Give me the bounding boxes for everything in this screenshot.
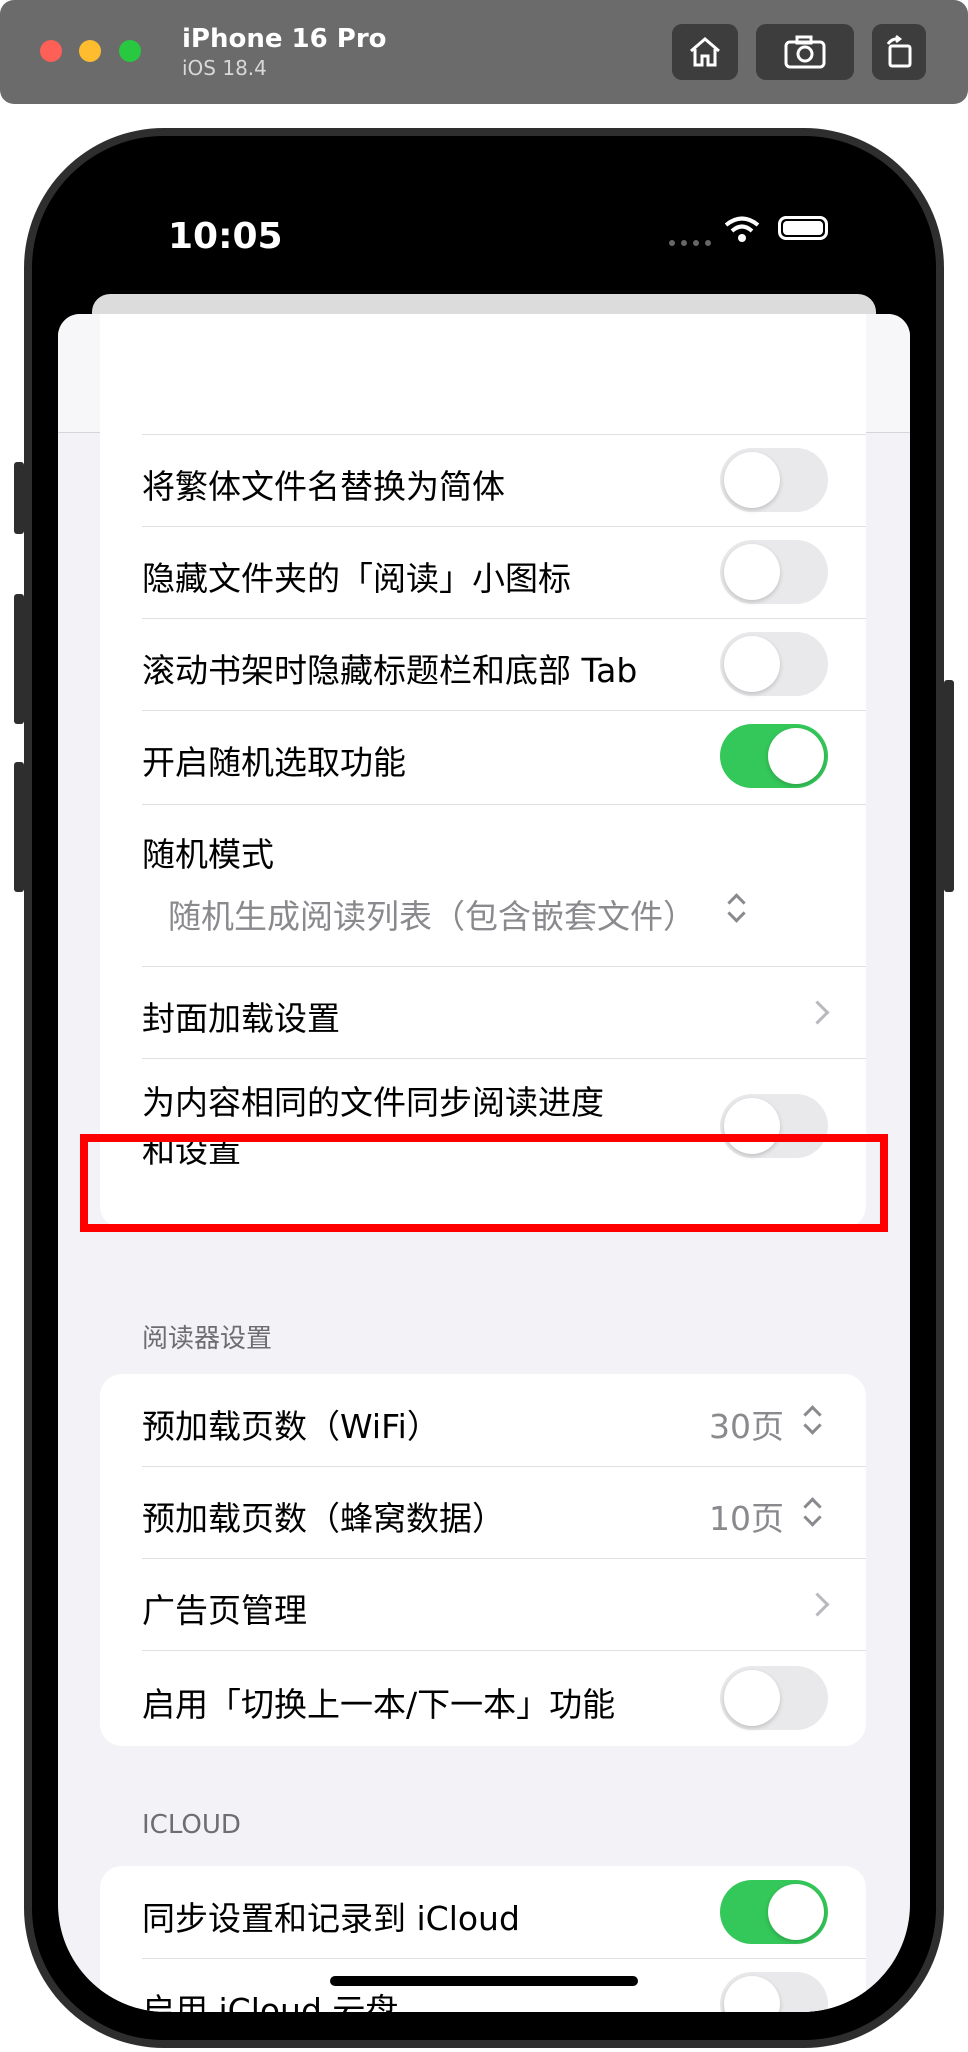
hide-read-icon-toggle[interactable] xyxy=(720,540,828,604)
traditional-to-simplified-toggle[interactable] xyxy=(720,448,828,512)
screenshot-icon xyxy=(784,35,826,69)
list-item[interactable]: 将繁体文件名替换为简体 xyxy=(100,434,866,526)
home-button[interactable] xyxy=(672,24,738,80)
power-button xyxy=(944,680,954,892)
rotate-icon xyxy=(886,35,912,68)
chevron-right-icon xyxy=(805,1592,830,1617)
updown-chevron-icon xyxy=(802,1494,822,1530)
ad-pages-row[interactable]: 广告页管理 xyxy=(100,1558,866,1650)
settings-sheet: 设置 将繁体文件名替换为简体 隐藏文件夹的「阅读」小图标 滚动书架时隐藏标题栏和… xyxy=(58,314,910,2012)
battery-icon xyxy=(778,216,828,240)
device-name: iPhone 16 Pro xyxy=(182,24,387,54)
general-settings-group: 将繁体文件名替换为简体 隐藏文件夹的「阅读」小图标 滚动书架时隐藏标题栏和底部 … xyxy=(100,314,866,1228)
os-version: iOS 18.4 xyxy=(182,56,267,80)
list-item[interactable]: 隐藏文件夹的「阅读」小图标 xyxy=(100,526,866,618)
random-mode-label: 随机模式 xyxy=(142,835,274,874)
preload-cellular-value[interactable]: 10页 xyxy=(709,1492,784,1540)
row-label: 为内容相同的文件同步阅读进度 xyxy=(142,1083,604,1122)
cover-loading-settings-row[interactable]: 封面加载设置 xyxy=(100,966,866,1058)
random-pick-toggle[interactable] xyxy=(720,724,828,788)
preload-wifi-value[interactable]: 30页 xyxy=(709,1400,784,1448)
list-item[interactable]: 开启随机选取功能 xyxy=(100,710,866,804)
section-header-reader: 阅读器设置 xyxy=(142,1324,273,1354)
row-label: 启用 iCloud 云盘 xyxy=(142,1991,399,2012)
close-window-button[interactable] xyxy=(40,40,62,62)
screenshot-button[interactable] xyxy=(756,24,854,80)
chevron-right-icon xyxy=(805,1000,830,1025)
row-label: 滚动书架时隐藏标题栏和底部 Tab xyxy=(142,651,638,690)
icloud-sync-toggle[interactable] xyxy=(720,1880,828,1944)
volume-up-button xyxy=(14,594,24,724)
row-label: 开启随机选取功能 xyxy=(142,743,406,782)
random-mode-value[interactable]: 随机生成阅读列表（包含嵌套文件） xyxy=(168,890,696,938)
row-label: 广告页管理 xyxy=(142,1591,307,1630)
phone-screen: 10:05 设置 将繁体文件名替换为简体 隐藏文件夹的「阅读」小图标 xyxy=(58,150,910,2012)
row-label: 启用「切换上一本/下一本」功能 xyxy=(142,1685,616,1724)
zoom-window-button[interactable] xyxy=(119,40,141,62)
row-label: 封面加载设置 xyxy=(142,999,340,1038)
status-time: 10:05 xyxy=(168,216,283,257)
home-icon xyxy=(690,37,720,67)
row-label: 同步设置和记录到 iCloud xyxy=(142,1899,520,1938)
row-label: 将繁体文件名替换为简体 xyxy=(142,467,505,506)
list-item[interactable]: 启用「切换上一本/下一本」功能 xyxy=(100,1650,866,1746)
updown-chevron-icon xyxy=(726,890,746,926)
list-item[interactable]: 同步设置和记录到 iCloud xyxy=(100,1866,866,1958)
minimize-window-button[interactable] xyxy=(79,40,101,62)
list-item[interactable]: 滚动书架时隐藏标题栏和底部 Tab xyxy=(100,618,866,710)
row-label: 预加载页数（WiFi） xyxy=(142,1407,440,1446)
action-button xyxy=(14,462,24,534)
icloud-drive-toggle[interactable] xyxy=(720,1972,828,2012)
updown-chevron-icon xyxy=(802,1402,822,1438)
row-label: 预加载页数（蜂窝数据） xyxy=(142,1499,505,1538)
simulator-toolbar: iPhone 16 Pro iOS 18.4 xyxy=(0,0,968,104)
preload-wifi-row[interactable]: 预加载页数（WiFi） 30页 xyxy=(100,1374,866,1466)
highlight-box xyxy=(80,1134,888,1232)
volume-down-button xyxy=(14,762,24,892)
icloud-settings-group: 同步设置和记录到 iCloud 启用 iCloud 云盘 xyxy=(100,1866,866,2012)
signal-dots-icon xyxy=(669,240,711,246)
preload-cellular-row[interactable]: 预加载页数（蜂窝数据） 10页 xyxy=(100,1466,866,1558)
wifi-icon xyxy=(724,216,760,242)
row-label: 隐藏文件夹的「阅读」小图标 xyxy=(142,559,571,598)
hide-bars-on-scroll-toggle[interactable] xyxy=(720,632,828,696)
rotate-button[interactable] xyxy=(872,24,926,80)
switch-book-toggle[interactable] xyxy=(720,1666,828,1730)
section-header-icloud: ICLOUD xyxy=(142,1810,241,1840)
home-indicator[interactable] xyxy=(330,1976,638,1986)
random-mode-row[interactable]: 随机模式 随机生成阅读列表（包含嵌套文件） xyxy=(100,804,866,966)
reader-settings-group: 预加载页数（WiFi） 30页 预加载页数（蜂窝数据） 10页 广告页管理 启用… xyxy=(100,1374,866,1746)
